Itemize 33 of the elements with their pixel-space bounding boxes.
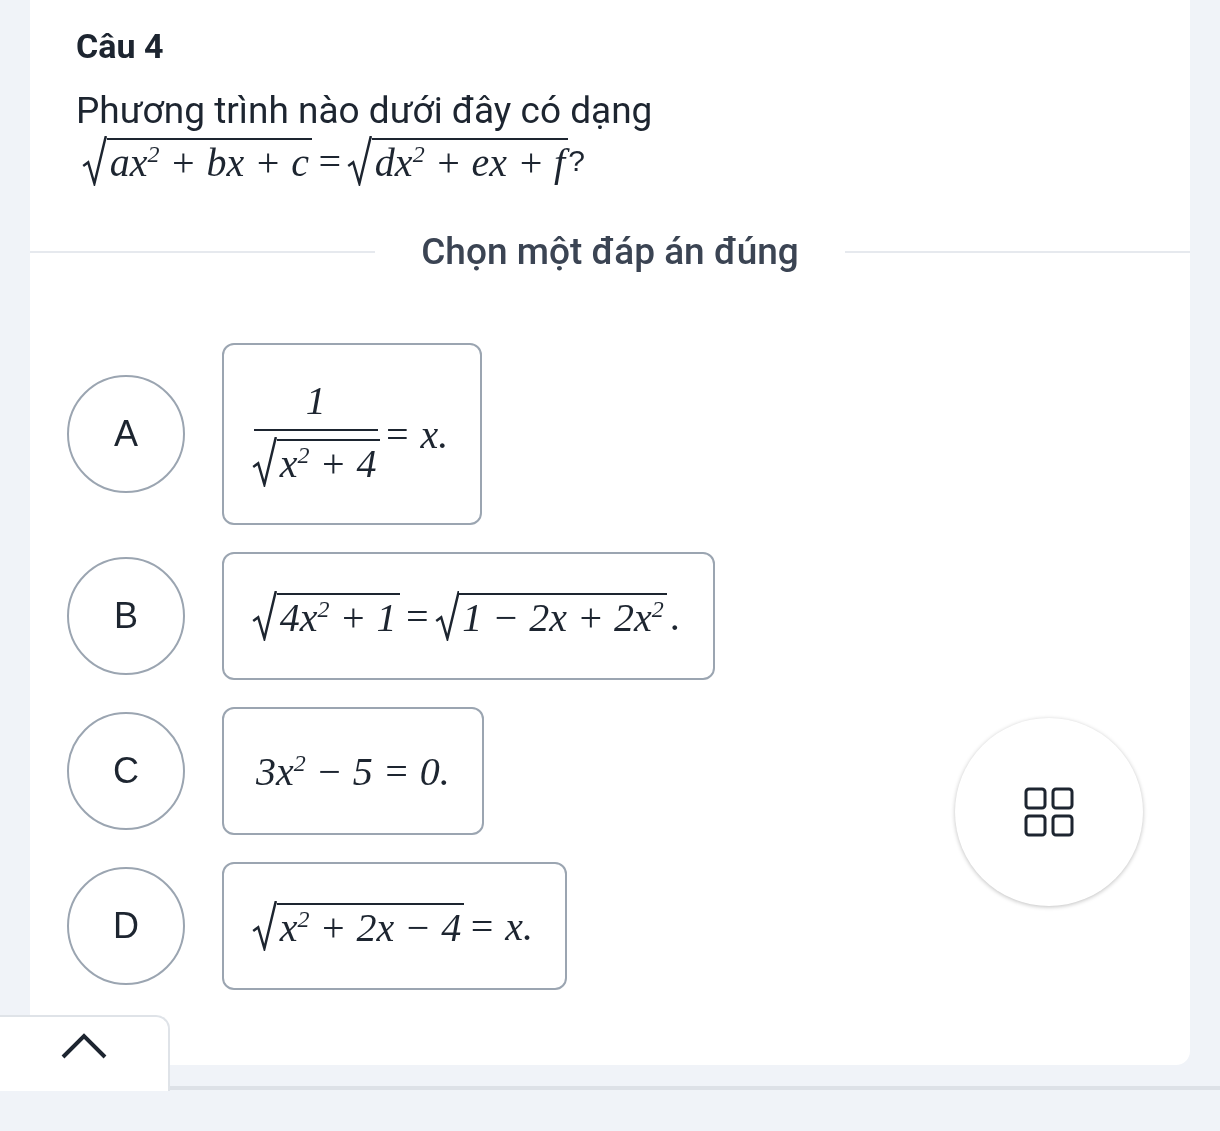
- answer-card[interactable]: 1 x$^{2}$ + 4 = x.: [222, 343, 483, 525]
- option-button[interactable]: A: [67, 375, 185, 493]
- caret-up-icon: [61, 1033, 107, 1059]
- radicand: 1 − 2x + 2x$^{2}$: [459, 593, 667, 641]
- radical-icon: [347, 136, 372, 186]
- answer-card[interactable]: 3x$^{2}$ − 5 = 0.: [222, 707, 484, 835]
- radicand: x$^{2}$ + 2x − 4: [276, 903, 465, 951]
- answer-card[interactable]: x$^{2}$ + 2x − 4 = x.: [222, 862, 568, 990]
- math-text: .: [669, 592, 682, 640]
- question-text: Phương trình nào dưới đây có dạng: [76, 88, 654, 134]
- math-text: 1: [304, 381, 327, 421]
- radical-icon: [252, 901, 277, 951]
- radicand: dx$^{2}$ + ex + f: [371, 138, 569, 186]
- radicand: x$^{2}$ + 4: [276, 439, 380, 487]
- answer-card[interactable]: 4x$^{2}$ + 1 = 1 − 2x + 2x$^{2}$ .: [222, 552, 715, 680]
- radical-icon: [252, 437, 277, 487]
- question-title: Câu 4: [76, 25, 165, 68]
- option-button[interactable]: B: [67, 557, 185, 675]
- math-text: =: [402, 592, 432, 640]
- collapse-tab[interactable]: [0, 1015, 170, 1091]
- math-text: =: [315, 137, 345, 185]
- radical-icon: [82, 136, 107, 186]
- instruction-label: Chọn một đáp án đúng: [421, 230, 799, 273]
- math-text: = x.: [467, 902, 535, 950]
- math-text: = x.: [382, 410, 450, 458]
- radicand: 4x$^{2}$ + 1: [276, 593, 400, 641]
- math-text: 3x$^{2}$ − 5 = 0.: [255, 747, 451, 795]
- radicand: ax$^{2}$ + bx + c: [106, 138, 313, 186]
- radical-icon: [434, 591, 460, 641]
- radical-icon: [252, 591, 277, 641]
- grid-icon: [1024, 787, 1074, 837]
- option-button[interactable]: D: [67, 867, 185, 985]
- option-button[interactable]: C: [67, 712, 185, 830]
